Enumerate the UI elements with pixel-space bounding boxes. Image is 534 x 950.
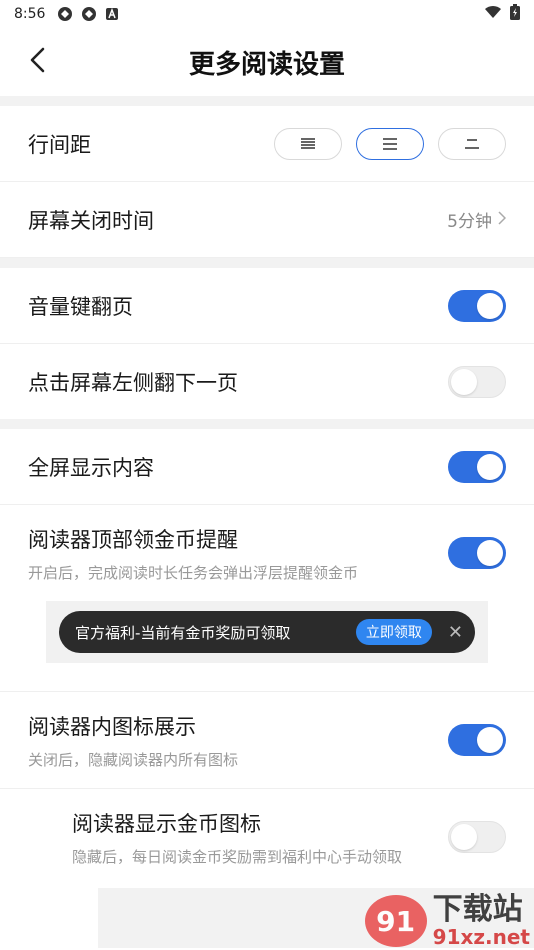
coin-icon-toggle[interactable] [448,821,506,853]
line-spacing-selector [274,127,506,160]
fullscreen-row: 全屏显示内容 [0,429,534,505]
status-time: 8:56 [14,6,46,22]
icon-display-label: 阅读器内图标展示 [28,714,196,739]
line-spacing-medium-button[interactable] [356,127,424,160]
toggle-knob [477,292,503,319]
tap-left-row: 点击屏幕左侧翻下一页 [0,344,534,419]
section-gap [0,258,534,268]
coin-icon-desc: 隐藏后，每日阅读金币奖励需到福利中心手动领取 [72,847,403,866]
icon-display-desc: 关闭后，隐藏阅读器内所有图标 [28,750,239,769]
fullscreen-label: 全屏显示内容 [28,455,154,480]
page-title: 更多阅读设置 [188,49,345,80]
coin-reminder-row: 阅读器顶部领金币提醒 开启后，完成阅读时长任务会弹出浮层提醒领金币 [0,505,534,601]
line-spacing-loose-button[interactable] [438,127,506,160]
wifi-icon [484,5,502,23]
text-notification-icon [105,7,119,21]
volume-key-label: 音量键翻页 [28,294,133,319]
toggle-knob [477,540,503,566]
coin-reminder-label: 阅读器顶部领金币提醒 [28,527,238,552]
tap-left-label: 点击屏幕左侧翻下一页 [28,370,238,395]
header: 更多阅读设置 [0,28,534,96]
spacing-tight-icon [301,137,315,149]
coin-icon-row: 阅读器显示金币图标 隐藏后，每日阅读金币奖励需到福利中心手动领取 [0,789,534,885]
coin-icon-label: 阅读器显示金币图标 [72,811,261,836]
coin-reminder-desc: 开启后，完成阅读时长任务会弹出浮层提醒领金币 [28,563,359,582]
volume-key-toggle[interactable] [448,289,506,322]
status-bar: 8:56 [0,0,534,28]
toggle-knob [477,727,503,753]
watermark-cn: 下载站 [432,892,523,927]
volume-key-row: 音量键翻页 [0,268,534,344]
section-gap [0,419,534,429]
coin-reminder-toggle[interactable] [448,537,506,569]
fullscreen-toggle[interactable] [448,450,506,483]
line-spacing-label: 行间距 [28,132,91,157]
tap-left-toggle[interactable] [448,365,506,398]
watermark-logo: 91 下载站 91xz.net [364,892,530,949]
screen-off-row[interactable]: 屏幕关闭时间 5分钟 [0,182,534,258]
toggle-knob [477,453,503,480]
back-button[interactable] [20,44,56,80]
chevron-right-icon [498,210,507,229]
battery-icon [510,4,520,24]
watermark-en: 91xz.net [432,925,530,949]
app-notification-icon [81,6,97,22]
banner-close-icon[interactable]: ✕ [448,622,463,643]
screen-off-label: 屏幕关闭时间 [28,208,154,233]
coin-banner: 官方福利-当前有金币奖励可领取 立即领取 ✕ [59,611,475,653]
claim-now-button[interactable]: 立即领取 [355,619,432,645]
chevron-left-icon [28,46,48,78]
toggle-knob [451,368,477,395]
spacing-loose-icon [465,138,479,149]
screen-off-value: 5分钟 [447,212,492,232]
line-spacing-row: 行间距 [0,106,534,182]
section-gap [0,96,534,106]
banner-text: 官方福利-当前有金币奖励可领取 [75,623,291,642]
spacing-medium-icon [383,137,397,150]
icon-display-toggle[interactable] [448,724,506,756]
app-notification-icon [57,6,73,22]
icon-display-row: 阅读器内图标展示 关闭后，隐藏阅读器内所有图标 [0,692,534,788]
banner-preview: 官方福利-当前有金币奖励可领取 立即领取 ✕ [46,601,488,663]
toggle-knob [451,824,477,850]
line-spacing-tight-button[interactable] [274,127,342,160]
watermark-badge: 91 [364,895,427,947]
